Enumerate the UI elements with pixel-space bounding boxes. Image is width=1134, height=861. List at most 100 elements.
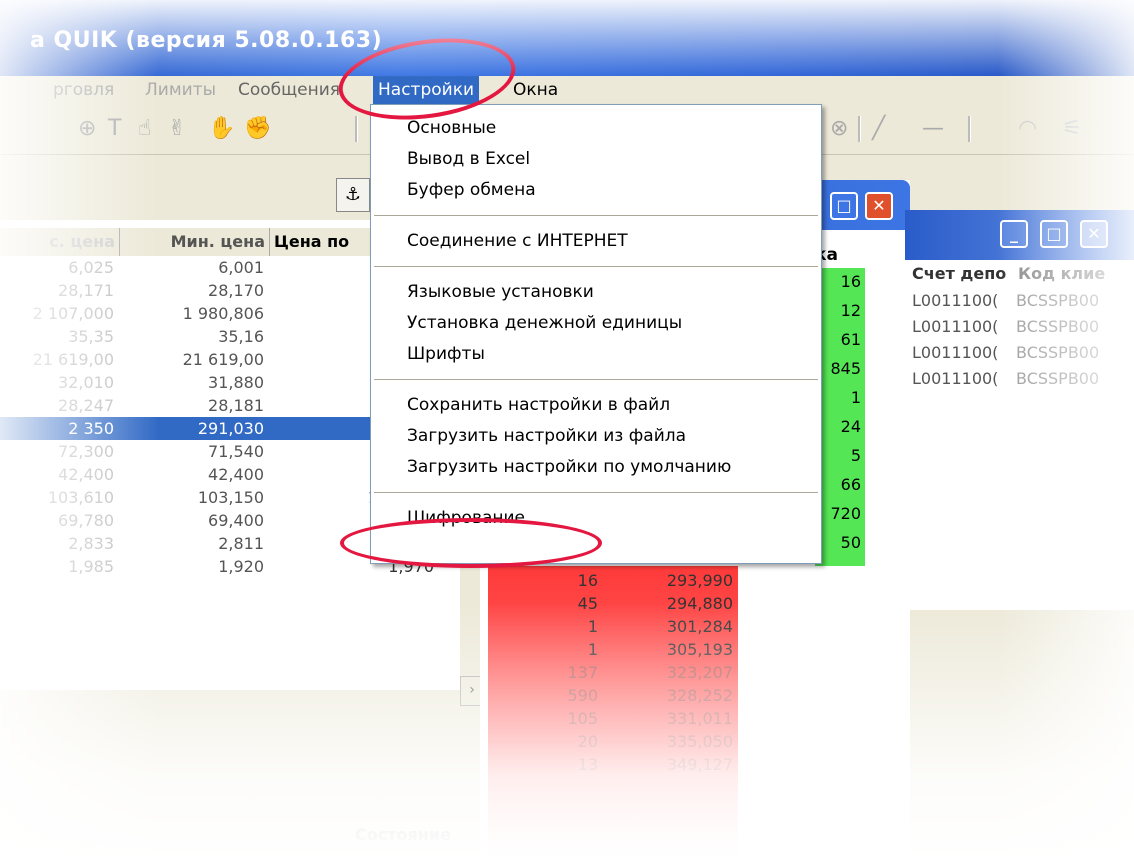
ask-price[interactable]: 301,284 (603, 615, 733, 638)
chart-icon[interactable]: ⊕ (78, 116, 96, 141)
arc-tool-icon[interactable]: ◠ (1018, 116, 1037, 141)
client-code-cell[interactable]: BCSSPB00 (1016, 367, 1099, 390)
table-cell[interactable]: 28,247 (0, 394, 120, 417)
depo-account-cell[interactable]: L0011100( (912, 289, 998, 312)
bid-volume[interactable]: 1 (815, 386, 865, 409)
menu-limits[interactable]: Лимиты (140, 76, 221, 104)
menu-separator (374, 492, 818, 493)
close-icon[interactable]: ✕ (865, 192, 893, 220)
settings-menu-item[interactable]: Загрузить настройки по умолчанию (407, 453, 731, 481)
menu-separator (374, 215, 818, 216)
table-cell[interactable]: 72,300 (0, 440, 120, 463)
bid-volume[interactable]: 61 (815, 328, 865, 351)
ask-volume[interactable]: 590 (488, 684, 598, 707)
table-cell[interactable]: 28,171 (0, 279, 120, 302)
ask-price[interactable]: 305,193 (603, 638, 733, 661)
menu-windows[interactable]: Окна (508, 76, 563, 104)
bid-volume[interactable]: 24 (815, 415, 865, 438)
anchor-icon[interactable]: ⚓ (336, 178, 370, 212)
ask-price[interactable]: 331,011 (603, 707, 733, 730)
bid-volume[interactable]: 16 (815, 270, 865, 293)
ask-volume[interactable]: 45 (488, 592, 598, 615)
settings-menu-item[interactable]: Загрузить настройки из файла (407, 422, 686, 450)
hand-sell-icon[interactable]: ✌ (168, 116, 186, 141)
ask-volume[interactable]: 1 (488, 638, 598, 661)
settings-menu-item[interactable]: Сохранить настройки в файл (407, 391, 670, 419)
table-cell[interactable]: 2,811 (120, 532, 270, 555)
depo-account-cell[interactable]: L0011100( (912, 341, 998, 364)
bid-volume[interactable]: 720 (815, 502, 865, 525)
cursor-icon[interactable]: ⊗ (830, 116, 848, 141)
table-cell[interactable]: 2 107,000 (0, 302, 120, 325)
table-cell[interactable]: 6,001 (120, 256, 270, 279)
client-code-cell[interactable]: BCSSPB00 (1016, 341, 1099, 364)
ask-price[interactable]: 293,990 (603, 569, 733, 592)
draw-line-icon[interactable]: ╱ (872, 116, 885, 141)
table-cell[interactable]: 71,540 (120, 440, 270, 463)
table-cell[interactable]: 32,010 (0, 371, 120, 394)
table-cell[interactable]: 2,833 (0, 532, 120, 555)
col-header-min-price[interactable]: Мин. цена (120, 228, 270, 256)
bid-volume[interactable]: 845 (815, 357, 865, 380)
maximize-icon[interactable]: □ (1040, 220, 1068, 248)
settings-menu-item[interactable]: Шрифты (407, 340, 485, 368)
table-cell[interactable]: 103,610 (0, 486, 120, 509)
client-code-cell[interactable]: BCSSPB00 (1016, 289, 1099, 312)
table-cell[interactable]: 28,170 (120, 279, 270, 302)
ask-volume[interactable]: 13 (488, 753, 598, 776)
depo-account-cell[interactable]: L0011100( (912, 315, 998, 338)
table-cell[interactable]: 42,400 (0, 463, 120, 486)
settings-menu-item[interactable]: Языковые установки (407, 278, 594, 306)
ask-price[interactable]: 294,880 (603, 592, 733, 615)
ask-volume[interactable]: 137 (488, 661, 598, 684)
table-cell[interactable]: 1,985 (0, 555, 120, 578)
horizontal-line-icon[interactable]: — (922, 116, 944, 141)
table-cell[interactable]: 69,400 (120, 509, 270, 532)
depo-account-cell[interactable]: L0011100( (912, 367, 998, 390)
bid-volume[interactable]: 12 (815, 299, 865, 322)
table-cell[interactable]: 103,150 (120, 486, 270, 509)
ask-volume[interactable]: 1 (488, 615, 598, 638)
table-cell[interactable]: 1,920 (120, 555, 270, 578)
settings-menu-item[interactable]: Соединение с ИНТЕРНЕТ (407, 227, 628, 255)
table-cell[interactable]: 35,16 (120, 325, 270, 348)
bid-volume[interactable]: 66 (815, 473, 865, 496)
client-code-cell[interactable]: BCSSPB00 (1016, 315, 1099, 338)
hand-order-icon[interactable]: ✋ (208, 116, 235, 141)
col-header-last-price[interactable]: с. цена (0, 228, 120, 256)
table-cell[interactable]: 1 980,806 (120, 302, 270, 325)
ask-price[interactable]: 349,127 (603, 753, 733, 776)
table-cell[interactable]: 35,35 (0, 325, 120, 348)
maximize-icon[interactable]: □ (830, 192, 858, 220)
bid-volume[interactable]: 50 (815, 531, 865, 554)
fan-tool-icon[interactable]: ⚟ (1062, 116, 1082, 141)
table-cell[interactable]: 69,780 (0, 509, 120, 532)
ask-volume[interactable]: 16 (488, 569, 598, 592)
menu-messages[interactable]: Сообщения (233, 76, 345, 104)
settings-menu-item[interactable]: Установка денежной единицы (407, 309, 682, 337)
ask-price[interactable]: 323,207 (603, 661, 733, 684)
ask-volume[interactable]: 20 (488, 730, 598, 753)
menu-trade[interactable]: рговля (48, 76, 119, 104)
close-icon[interactable]: ✕ (1080, 220, 1108, 248)
table-cell[interactable]: 28,181 (120, 394, 270, 417)
minimize-icon[interactable]: _ (1000, 220, 1028, 248)
table-cell[interactable]: 31,880 (120, 371, 270, 394)
table-cell[interactable]: 6,025 (0, 256, 120, 279)
table-cell[interactable]: 42,400 (120, 463, 270, 486)
table-cell[interactable]: 2 350 (0, 417, 120, 440)
hand-buy-icon[interactable]: ☝ (138, 116, 151, 141)
col-header-depo-account[interactable]: Счет депо (912, 264, 1006, 283)
text-tool-icon[interactable]: T (108, 116, 121, 141)
ask-volume[interactable]: 105 (488, 707, 598, 730)
hand-cancel-icon[interactable]: ✊ (244, 116, 271, 141)
settings-menu-item[interactable]: Вывод в Excel (407, 145, 530, 173)
table-cell[interactable]: 291,030 (120, 417, 270, 440)
bid-volume[interactable]: 5 (815, 444, 865, 467)
table-cell[interactable]: 21 619,00 (120, 348, 270, 371)
table-cell[interactable]: 21 619,00 (0, 348, 120, 371)
ask-price[interactable]: 335,050 (603, 730, 733, 753)
col-header-client-code[interactable]: Код клие (1018, 264, 1105, 283)
settings-menu-item[interactable]: Буфер обмена (407, 176, 536, 204)
ask-price[interactable]: 328,252 (603, 684, 733, 707)
